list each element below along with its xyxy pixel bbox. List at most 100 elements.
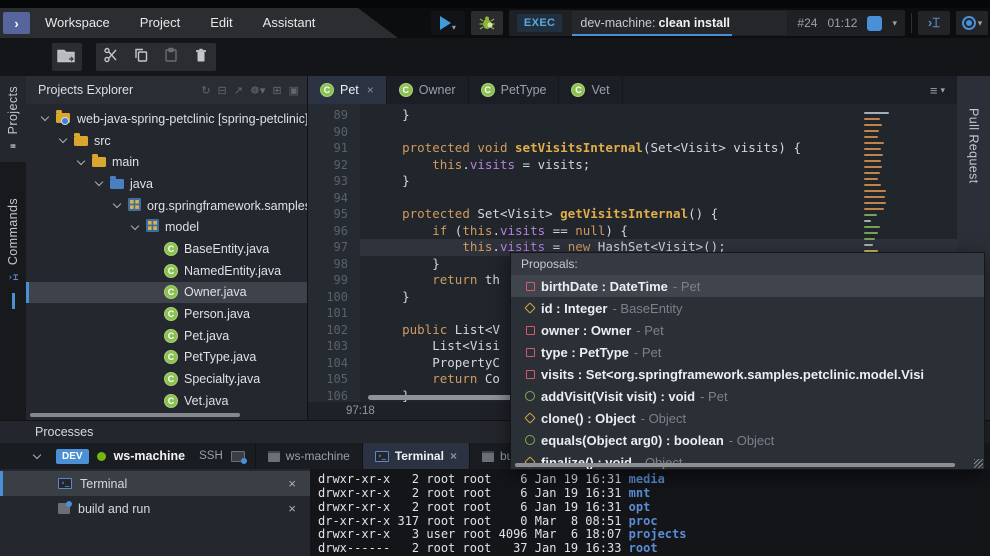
directory-name: mnt [629,486,651,500]
play-icon [440,16,451,30]
ssh-label[interactable]: SSH [199,450,223,462]
tree-horizontal-scrollbar[interactable] [30,413,240,417]
commands-rail-label: Commands [6,198,20,265]
editor-tab-pet[interactable]: CPet× [308,76,387,104]
process-item-terminal[interactable]: ›_Terminal× [0,471,310,496]
proposal-addvisit-visit[interactable]: addVisit(Visit visit) : void- Pet [511,385,984,407]
minimap-line [864,202,886,204]
command-widget: EXEC dev-machine: clean install #24 01:1… [509,10,905,36]
tree-item-java[interactable]: java [26,173,307,195]
paste-button[interactable] [156,43,186,71]
tree-item-src[interactable]: src [26,130,307,152]
menu-item-project[interactable]: Project [125,8,195,38]
debug-button[interactable] [471,11,503,35]
proposal-finalize-[interactable]: finalize() : void- Object [511,451,984,470]
tree-item-baseentity-java[interactable]: CBaseEntity.java [26,238,307,260]
rail-tab-projects[interactable]: Projects ≔ [0,76,26,162]
editor-tab-owner[interactable]: COwner [387,76,469,104]
tree-item-pettype-java[interactable]: CPetType.java [26,347,307,369]
new-terminal-icon[interactable] [231,451,245,462]
menu-item-assistant[interactable]: Assistant [248,8,331,38]
tree-item-vet-java[interactable]: CVet.java [26,390,307,412]
maximize-icon[interactable]: ▣ [289,84,299,97]
proposals-resize-handle[interactable] [974,459,983,468]
expander-icon[interactable] [59,135,67,143]
tree-item-main[interactable]: main [26,151,307,173]
expander-icon[interactable] [95,178,103,186]
command-dropdown-icon[interactable]: ▾ [892,18,897,29]
minimap-line [864,130,879,132]
proposal-equals-object[interactable]: equals(Object arg0) : boolean- Object [511,429,984,451]
tree-item-org-springframework-samples[interactable]: org.springframework.samples [26,195,307,217]
copy-icon [133,47,149,68]
bug-icon [478,15,496,31]
close-icon[interactable]: × [450,449,457,463]
close-icon[interactable]: × [367,83,374,97]
expander-icon[interactable] [41,113,49,121]
menu-item-edit[interactable]: Edit [195,8,247,38]
minimap-line [864,190,886,192]
menu-item-workspace[interactable]: Workspace [30,8,125,38]
cut-button[interactable] [96,43,126,71]
rail-tab-commands[interactable]: Commands ›⌶ [0,188,26,319]
link-with-editor-icon[interactable]: ↗ [234,84,243,97]
close-icon[interactable]: × [288,501,296,516]
process-tab-ws-machine[interactable]: ws-machine [255,443,362,469]
tree-item-model[interactable]: model [26,216,307,238]
tree-item-owner-java[interactable]: COwner.java [26,282,307,304]
proposal-clone-[interactable]: clone() : Object- Object [511,407,984,429]
java-class-icon: C [164,285,178,299]
proposal-owner[interactable]: owner : Owner- Pet [511,319,984,341]
line-number-gutter[interactable]: 8990919293949596979899100101102103104105… [308,104,360,402]
editor-tab-menu[interactable]: ≡▾ [930,76,945,104]
machine-expand-icon[interactable] [33,450,41,458]
terminal-line: drwx------ 2 root root 37 Jan 19 16:33 r… [318,542,990,556]
editor-tabbar: CPet×COwnerCPetTypeCVet ≡▾ [308,76,957,104]
folder-icon [92,157,106,167]
build-icon [58,503,70,514]
expander-icon[interactable] [131,222,139,230]
minimap-line [864,208,884,210]
terminal-output[interactable]: drwxr-xr-x 2 root root 6 Jan 19 16:31 me… [310,469,990,556]
proposal-id[interactable]: id : Integer- BaseEntity [511,297,984,319]
command-field[interactable]: dev-machine: clean install [572,11,787,35]
tree-item-person-java[interactable]: CPerson.java [26,303,307,325]
import-project-icon[interactable]: ⊞ [272,84,281,97]
refresh-icon[interactable]: ↻ [201,84,210,97]
delete-button[interactable] [186,43,216,71]
tree-item-web-java-spring-petclinic-spring-petclinic-[interactable]: web-java-spring-petclinic [spring-petcli… [26,108,307,130]
stop-button[interactable] [867,16,882,31]
focus-process-button[interactable]: ›⌶ [918,11,950,35]
tree-item-label: Pet.java [184,329,229,343]
line-number: 89 [308,107,348,124]
machine-status-icon [97,452,106,461]
minimap-line [864,184,881,186]
copy-button[interactable] [126,43,156,71]
process-item-build-and-run[interactable]: build and run× [0,496,310,521]
editor-tab-pettype[interactable]: CPetType [469,76,560,104]
tree-item-pet-java[interactable]: CPet.java [26,325,307,347]
proposal-type[interactable]: type : PetType- Pet [511,341,984,363]
proposals-horizontal-scrollbar[interactable] [515,463,955,467]
tree-item-namedentity-java[interactable]: CNamedEntity.java [26,260,307,282]
collapse-all-icon[interactable]: ⊟ [218,84,227,97]
commands-active-indicator [12,293,15,309]
proposal-birthdate[interactable]: birthDate : DateTime- Pet [511,275,984,297]
process-tab-label: Terminal [395,449,444,463]
expander-icon[interactable] [77,156,85,164]
proposal-visits[interactable]: visits : Set<org.springframework.samples… [511,363,984,385]
new-project-button[interactable] [52,43,82,71]
line-number: 102 [308,322,348,339]
editor-tab-vet[interactable]: CVet [559,76,622,104]
target-menu-button[interactable]: ▾ [956,11,988,35]
process-tab-terminal[interactable]: ›_Terminal× [362,443,469,469]
proposal-label: addVisit(Visit visit) : void [541,389,695,404]
workspace-chevron-button[interactable]: › [3,12,30,34]
java-class-icon: C [164,372,178,386]
tree-item-specialty-java[interactable]: CSpecialty.java [26,368,307,390]
close-icon[interactable]: × [288,476,296,491]
command-prefix: dev-machine: [580,16,655,30]
expander-icon[interactable] [113,200,121,208]
run-button[interactable]: ▾ [431,11,465,35]
settings-icon[interactable]: ☸▾ [250,84,265,97]
